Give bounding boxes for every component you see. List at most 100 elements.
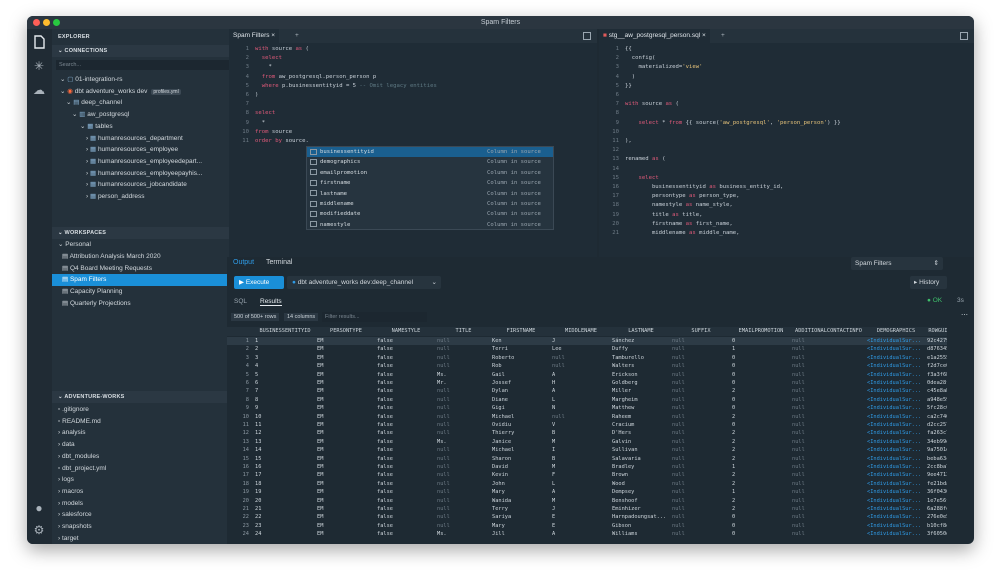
- table-cell[interactable]: 2: [732, 455, 790, 463]
- table-cell[interactable]: Ms.: [437, 438, 490, 446]
- table-cell[interactable]: Sullivan: [612, 446, 670, 454]
- table-cell[interactable]: 17: [255, 471, 315, 479]
- table-cell[interactable]: D'Hers: [612, 429, 670, 437]
- table-cell[interactable]: EM: [317, 371, 375, 379]
- table-cell[interactable]: 15: [255, 455, 315, 463]
- table-cell[interactable]: 3f6050d0-96: [927, 530, 947, 538]
- table-cell[interactable]: 1: [255, 337, 315, 345]
- table-row[interactable]: 11 11 EM false null Ovidiu V Cracium null 0 null <I…: [227, 421, 947, 429]
- table-cell[interactable]: <IndividualSur...: [867, 362, 925, 370]
- close-icon[interactable]: ×: [271, 32, 275, 39]
- table-cell[interactable]: false: [377, 387, 435, 395]
- table-cell[interactable]: Bradley: [612, 463, 670, 471]
- table-cell[interactable]: <IndividualSur...: [867, 463, 925, 471]
- table-row[interactable]: 20 20 EM false null Wanida M Benshoof null 2 null <…: [227, 497, 947, 505]
- split-editor-icon[interactable]: [583, 32, 591, 40]
- minimize-window-button[interactable]: [43, 19, 50, 26]
- connection-tree-item[interactable]: ⌄ ▢ 01-integration-rs2: [52, 74, 250, 86]
- files-icon[interactable]: [32, 35, 46, 49]
- table-cell[interactable]: J: [552, 505, 610, 513]
- table-row[interactable]: 16 16 EM false null David M Bradley null 1 null <In…: [227, 463, 947, 471]
- connection-tree-item[interactable]: › ▦ humanresources_employee: [52, 144, 250, 156]
- table-cell[interactable]: Miller: [612, 387, 670, 395]
- table-cell[interactable]: null: [792, 530, 865, 538]
- table-cell[interactable]: Galvin: [612, 438, 670, 446]
- table-cell[interactable]: 14: [255, 446, 315, 454]
- table-cell[interactable]: false: [377, 505, 435, 513]
- table-cell[interactable]: 1: [732, 488, 790, 496]
- table-cell[interactable]: null: [552, 413, 610, 421]
- table-cell[interactable]: 2: [732, 438, 790, 446]
- table-cell[interactable]: Janice: [492, 438, 550, 446]
- project-file-item[interactable]: › target: [52, 533, 250, 544]
- table-cell[interactable]: 12: [255, 429, 315, 437]
- table-cell[interactable]: <IndividualSur...: [867, 413, 925, 421]
- table-cell[interactable]: Sharon: [492, 455, 550, 463]
- table-cell[interactable]: null: [437, 471, 490, 479]
- table-cell[interactable]: 2: [732, 387, 790, 395]
- table-cell[interactable]: Ms.: [437, 530, 490, 538]
- column-header[interactable]: NAMESTYLE: [377, 327, 435, 336]
- split-editor-icon[interactable]: [960, 32, 968, 40]
- table-cell[interactable]: EM: [317, 396, 375, 404]
- table-cell[interactable]: null: [672, 387, 730, 395]
- table-cell[interactable]: null: [672, 404, 730, 412]
- table-row[interactable]: 24 24 EM false Ms. Jill A Williams null 0 null <Ind…: [227, 530, 947, 538]
- table-cell[interactable]: EM: [317, 497, 375, 505]
- table-cell[interactable]: null: [672, 455, 730, 463]
- table-row[interactable]: 7 7 EM false null Dylan A Miller null 2 null <Indiv…: [227, 387, 947, 395]
- table-cell[interactable]: Matthew: [612, 404, 670, 412]
- autocomplete-item[interactable]: lastname Column in source: [307, 189, 553, 199]
- table-cell[interactable]: null: [792, 480, 865, 488]
- connections-header[interactable]: ⌄ CONNECTIONS: [52, 45, 254, 57]
- table-cell[interactable]: Rob: [492, 362, 550, 370]
- table-cell[interactable]: 2: [732, 471, 790, 479]
- table-cell[interactable]: M: [552, 463, 610, 471]
- table-cell[interactable]: null: [672, 446, 730, 454]
- table-cell[interactable]: EM: [317, 379, 375, 387]
- table-cell[interactable]: EM: [317, 337, 375, 345]
- table-cell[interactable]: 0: [732, 404, 790, 412]
- table-row[interactable]: 13 13 EM false Ms. Janice M Galvin null 2 null <Ind…: [227, 438, 947, 446]
- table-cell[interactable]: Benshoof: [612, 497, 670, 505]
- table-cell[interactable]: EM: [317, 345, 375, 353]
- table-cell[interactable]: <IndividualSur...: [867, 371, 925, 379]
- table-cell[interactable]: b10cf8eb-55: [927, 522, 947, 530]
- table-cell[interactable]: 23: [255, 522, 315, 530]
- table-cell[interactable]: null: [437, 455, 490, 463]
- workspace-group-personal[interactable]: ⌄ Personal: [52, 239, 250, 251]
- table-cell[interactable]: <IndividualSur...: [867, 488, 925, 496]
- table-cell[interactable]: EM: [317, 429, 375, 437]
- column-header[interactable]: FIRSTNAME: [492, 327, 550, 336]
- table-cell[interactable]: <IndividualSur...: [867, 421, 925, 429]
- project-file-item[interactable]: › salesforce: [52, 509, 250, 521]
- table-cell[interactable]: null: [672, 530, 730, 538]
- table-cell[interactable]: 19: [255, 488, 315, 496]
- table-cell[interactable]: Mr.: [437, 379, 490, 387]
- table-cell[interactable]: 0: [732, 362, 790, 370]
- table-cell[interactable]: Michael: [492, 446, 550, 454]
- column-header[interactable]: MIDDLENAME: [552, 327, 610, 336]
- table-cell[interactable]: Gigi: [492, 404, 550, 412]
- table-cell[interactable]: E: [552, 513, 610, 521]
- table-cell[interactable]: false: [377, 354, 435, 362]
- table-cell[interactable]: 6: [255, 379, 315, 387]
- table-row[interactable]: 23 23 EM false null Mary E Gibson null 0 null <Indi…: [227, 522, 947, 530]
- table-cell[interactable]: <IndividualSur...: [867, 513, 925, 521]
- table-cell[interactable]: null: [792, 471, 865, 479]
- table-cell[interactable]: null: [437, 337, 490, 345]
- table-cell[interactable]: EM: [317, 387, 375, 395]
- table-cell[interactable]: H: [552, 379, 610, 387]
- table-cell[interactable]: fe21bda7-93: [927, 480, 947, 488]
- connection-tree-item[interactable]: ⌄ ▥ aw_postgresql: [52, 109, 250, 121]
- table-cell[interactable]: 22: [255, 513, 315, 521]
- table-cell[interactable]: A: [552, 530, 610, 538]
- project-file-item[interactable]: › snapshots: [52, 521, 250, 533]
- table-cell[interactable]: null: [792, 371, 865, 379]
- table-cell[interactable]: Ovidiu: [492, 421, 550, 429]
- table-cell[interactable]: F: [552, 471, 610, 479]
- table-cell[interactable]: Goldberg: [612, 379, 670, 387]
- autocomplete-item[interactable]: modifieddate Column in source: [307, 209, 553, 219]
- table-cell[interactable]: null: [437, 463, 490, 471]
- table-cell[interactable]: null: [792, 505, 865, 513]
